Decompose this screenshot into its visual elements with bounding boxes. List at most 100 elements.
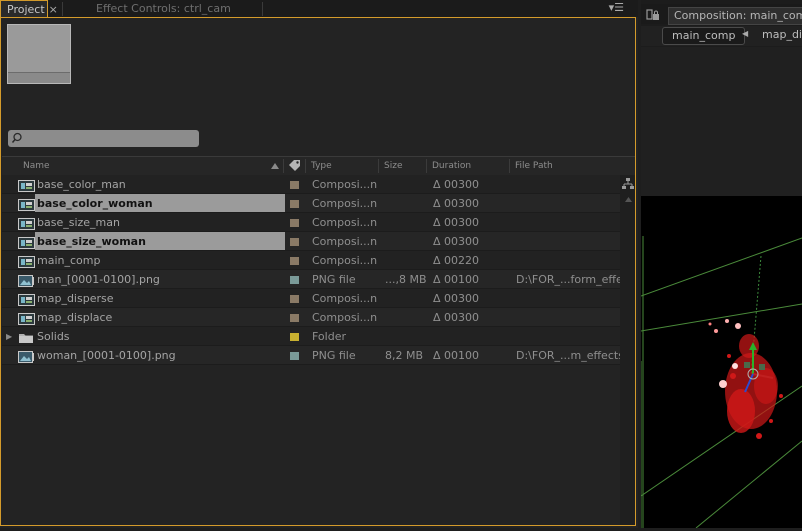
search-input[interactable] <box>8 130 199 147</box>
composition-icon <box>18 293 35 306</box>
project-panel: Project × Effect Controls: ctrl_cam ▾☰ Na… <box>0 0 638 528</box>
composition-icon <box>18 217 35 230</box>
label-color-swatch[interactable] <box>290 276 299 284</box>
item-duration: Δ 00300 <box>433 178 480 191</box>
label-color-swatch[interactable] <box>290 181 299 189</box>
project-item-row[interactable]: ▶ Solids Folder <box>2 327 620 346</box>
item-type: Folder <box>312 330 346 343</box>
sort-ascending-icon[interactable] <box>270 162 280 170</box>
item-name[interactable]: base_color_man <box>35 175 285 193</box>
tab-composition[interactable]: Composition: main_comp <box>668 7 802 25</box>
column-size[interactable]: Size <box>384 157 402 175</box>
panel-menu-icon[interactable]: ▾☰ <box>609 0 624 15</box>
composition-tab-bar: Composition: main_comp <box>641 4 802 25</box>
expand-arrow-icon[interactable]: ▶ <box>6 327 16 346</box>
project-item-row[interactable]: map_disperse Composi...n Δ 00300 <box>2 289 620 308</box>
project-item-row[interactable]: base_size_woman Composi...n Δ 00300 <box>2 232 620 251</box>
particle-render-image <box>640 236 802 529</box>
item-name[interactable]: main_comp <box>35 251 285 269</box>
folder-icon <box>18 331 35 343</box>
column-file-path[interactable]: File Path <box>515 157 553 175</box>
label-color-swatch[interactable] <box>290 219 299 227</box>
tab-project-label: Project <box>7 3 45 16</box>
item-duration: Δ 00300 <box>433 197 480 210</box>
item-duration: Δ 00220 <box>433 254 480 267</box>
project-item-row[interactable]: base_color_man Composi...n Δ 00300 <box>2 175 620 194</box>
item-name[interactable]: map_disperse <box>35 289 285 307</box>
label-color-swatch[interactable] <box>290 314 299 322</box>
project-item-row[interactable]: woman_[0001-0100].png PNG file 8,2 MB Δ 001… <box>2 346 620 365</box>
column-header: Name Type Size Duration File Path <box>2 156 635 176</box>
item-type: Composi...n <box>312 292 378 305</box>
label-color-swatch[interactable] <box>290 200 299 208</box>
item-name[interactable]: man_[0001-0100].png <box>35 270 285 288</box>
column-duration[interactable]: Duration <box>432 157 471 175</box>
label-color-swatch[interactable] <box>290 352 299 360</box>
label-color-swatch[interactable] <box>290 295 299 303</box>
item-duration: Δ 00100 <box>433 349 480 362</box>
project-item-row[interactable]: man_[0001-0100].png PNG file ...,8 MB Δ 001… <box>2 270 620 289</box>
label-color-swatch[interactable] <box>290 257 299 265</box>
tab-project[interactable]: Project × <box>0 0 58 18</box>
column-type[interactable]: Type <box>311 157 332 175</box>
item-type: PNG file <box>312 273 356 286</box>
close-icon[interactable]: × <box>49 3 58 16</box>
project-item-row[interactable]: map_displace Composi...n Δ 00300 <box>2 308 620 327</box>
label-color-swatch[interactable] <box>290 238 299 246</box>
item-type: Composi...n <box>312 235 378 248</box>
comp-nav-main-comp[interactable]: main_comp <box>662 27 746 45</box>
column-name[interactable]: Name <box>23 157 50 175</box>
composition-icon <box>18 198 35 211</box>
project-tab-bar: Project × Effect Controls: ctrl_cam ▾☰ <box>0 0 638 18</box>
composition-icon <box>18 236 35 249</box>
composition-icon <box>18 312 35 325</box>
item-duration: Δ 00300 <box>433 216 480 229</box>
project-item-row[interactable]: base_color_woman Composi...n Δ 00300 <box>2 194 620 213</box>
item-duration: Δ 00300 <box>433 235 480 248</box>
composition-icon <box>18 179 35 192</box>
lock-icon[interactable] <box>646 9 660 21</box>
composition-viewer[interactable] <box>640 196 802 529</box>
item-size: 8,2 MB <box>385 349 424 362</box>
tab-divider <box>262 2 263 16</box>
label-color-swatch[interactable] <box>290 333 299 341</box>
column-separator <box>509 159 510 173</box>
item-name[interactable]: Solids <box>35 327 285 345</box>
comp-nav-map[interactable]: map_di <box>762 27 802 43</box>
item-type: Composi...n <box>312 197 378 210</box>
viewer-pasteboard <box>641 47 802 196</box>
vertical-scrollbar[interactable] <box>620 175 635 525</box>
item-name[interactable]: base_size_woman <box>35 232 285 250</box>
project-item-row[interactable]: base_size_man Composi...n Δ 00300 <box>2 213 620 232</box>
column-separator <box>426 159 427 173</box>
item-name[interactable]: base_size_man <box>35 213 285 231</box>
label-tag-icon[interactable] <box>287 159 301 173</box>
item-name[interactable]: map_displace <box>35 308 285 326</box>
chevron-left-icon[interactable]: ◀ <box>742 29 748 38</box>
item-type: Composi...n <box>312 254 378 267</box>
flowchart-icon[interactable] <box>621 177 635 191</box>
tab-divider <box>62 2 63 16</box>
column-separator <box>305 159 306 173</box>
item-size: ...,8 MB <box>385 273 427 286</box>
item-file-path: D:\FOR_...m_effects\ <box>516 349 620 362</box>
image-sequence-icon <box>18 350 35 363</box>
tab-effect-controls[interactable]: Effect Controls: ctrl_cam <box>88 0 239 17</box>
item-type: Composi...n <box>312 311 378 324</box>
search-icon <box>11 132 22 143</box>
column-separator <box>283 159 284 173</box>
project-item-row[interactable]: main_comp Composi...n Δ 00220 <box>2 251 620 270</box>
column-separator <box>378 159 379 173</box>
item-duration: Δ 00100 <box>433 273 480 286</box>
item-type: Composi...n <box>312 216 378 229</box>
item-duration: Δ 00300 <box>433 292 480 305</box>
composition-panel: Composition: main_comp main_comp ◀ map_d… <box>640 0 802 529</box>
item-name[interactable]: base_color_woman <box>35 194 285 212</box>
composition-navigator: main_comp ◀ map_di <box>641 26 802 46</box>
item-type: PNG file <box>312 349 356 362</box>
item-name[interactable]: woman_[0001-0100].png <box>35 346 285 364</box>
item-type: Composi...n <box>312 178 378 191</box>
scroll-up-arrow-icon[interactable] <box>624 196 633 203</box>
image-sequence-icon <box>18 274 35 287</box>
item-duration: Δ 00300 <box>433 311 480 324</box>
